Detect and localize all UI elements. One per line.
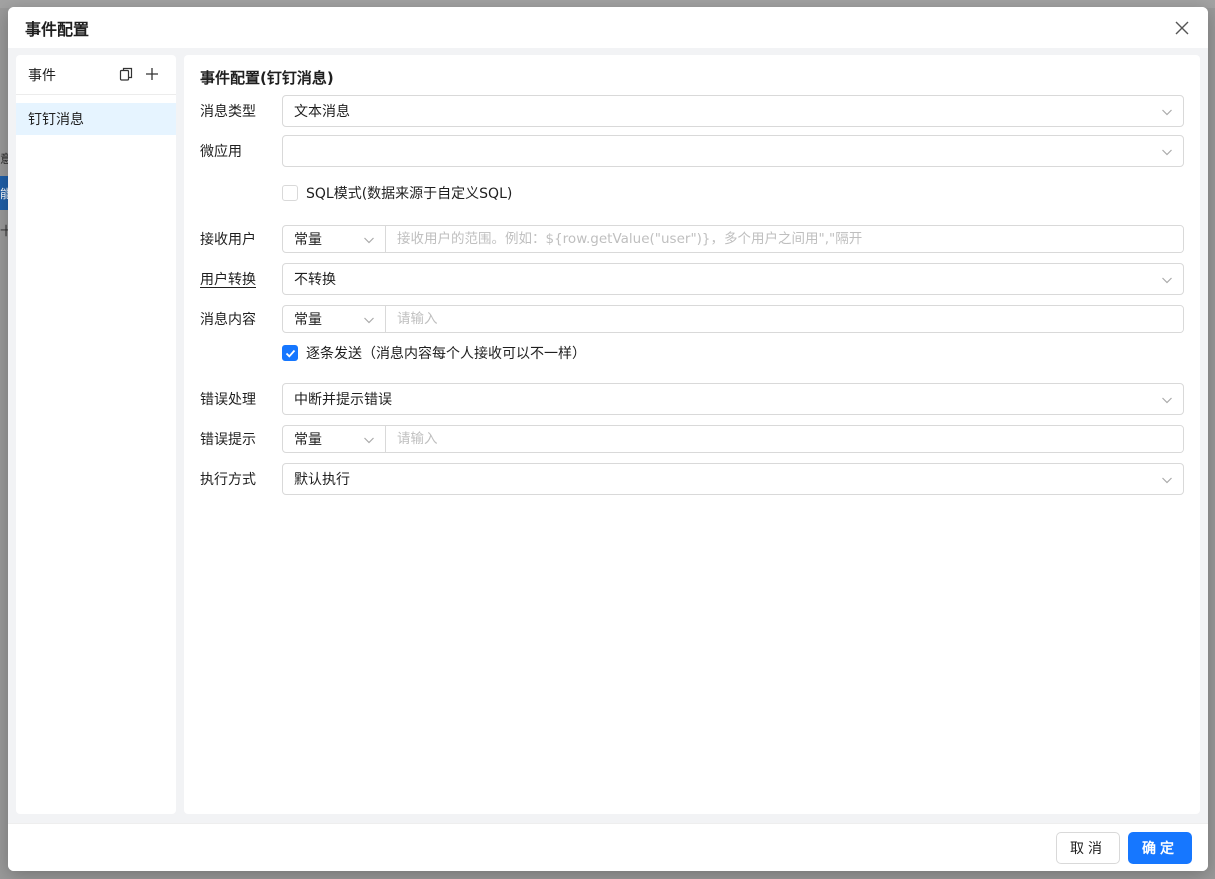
- event-list-item[interactable]: 钉钉消息: [16, 103, 176, 135]
- error-hint-type-value: 常量: [294, 432, 322, 448]
- dialog-title: 事件配置: [25, 19, 90, 39]
- exec-mode-label: 执行方式: [200, 472, 256, 488]
- micro-app-row: 微应用: [200, 135, 1184, 167]
- msg-content-row: 消息内容 常量: [200, 303, 1184, 335]
- chevron-down-icon: [364, 237, 374, 244]
- send-one-by-one-checkbox[interactable]: [282, 345, 298, 361]
- error-handle-value: 中断并提示错误: [294, 392, 392, 408]
- chevron-down-icon: [364, 437, 374, 444]
- send-one-by-one-label: 逐条发送（消息内容每个人接收可以不一样）: [306, 346, 586, 362]
- exec-mode-row: 执行方式 默认执行: [200, 463, 1184, 495]
- user-convert-value: 不转换: [294, 272, 336, 288]
- msg-type-select[interactable]: 文本消息: [282, 95, 1184, 127]
- dialog-header: 事件配置: [8, 7, 1208, 48]
- chevron-down-icon: [364, 317, 374, 324]
- msg-content-type-select[interactable]: 常量: [283, 306, 386, 332]
- msg-type-label: 消息类型: [200, 104, 256, 120]
- micro-app-select[interactable]: [282, 135, 1184, 167]
- recv-user-row: 接收用户 常量: [200, 223, 1184, 255]
- close-icon: [1175, 21, 1189, 35]
- copy-button[interactable]: [118, 66, 134, 82]
- form-section-title: 事件配置(钉钉消息): [200, 69, 334, 87]
- micro-app-label: 微应用: [200, 144, 242, 160]
- msg-type-row: 消息类型 文本消息: [200, 95, 1184, 127]
- error-hint-label: 错误提示: [200, 432, 256, 448]
- recv-user-type-select[interactable]: 常量: [283, 226, 386, 252]
- user-convert-label[interactable]: 用户转换: [200, 269, 282, 289]
- sql-mode-checkbox[interactable]: [282, 185, 298, 201]
- error-handle-label: 错误处理: [200, 392, 256, 408]
- chevron-down-icon: [1162, 397, 1172, 404]
- recv-user-type-value: 常量: [294, 232, 322, 248]
- chevron-down-icon: [1162, 477, 1172, 484]
- add-event-button[interactable]: [144, 66, 160, 82]
- copy-icon: [119, 67, 133, 81]
- error-hint-type-select[interactable]: 常量: [283, 426, 386, 452]
- error-hint-compound: 常量: [282, 425, 1184, 453]
- user-convert-row: 用户转换 不转换: [200, 263, 1184, 295]
- confirm-button[interactable]: 确定: [1128, 832, 1192, 864]
- chevron-down-icon: [1162, 109, 1172, 116]
- msg-content-compound: 常量: [282, 305, 1184, 333]
- recv-user-compound: 常量: [282, 225, 1184, 253]
- event-list-title: 事件: [28, 67, 56, 84]
- plus-icon: [146, 68, 158, 80]
- exec-mode-value: 默认执行: [294, 472, 350, 488]
- error-hint-row: 错误提示 常量: [200, 423, 1184, 455]
- event-list-header: 事件: [16, 55, 176, 95]
- exec-mode-select[interactable]: 默认执行: [282, 463, 1184, 495]
- msg-content-label: 消息内容: [200, 312, 256, 328]
- chevron-down-icon: [1162, 149, 1172, 156]
- error-handle-select[interactable]: 中断并提示错误: [282, 383, 1184, 415]
- chevron-down-icon: [1162, 277, 1172, 284]
- event-list-panel: 事件 钉钉消息: [16, 55, 176, 814]
- close-button[interactable]: [1172, 18, 1192, 38]
- error-handle-row: 错误处理 中断并提示错误: [200, 383, 1184, 415]
- error-hint-input[interactable]: [386, 426, 1183, 452]
- send-one-by-one-row: 逐条发送（消息内容每个人接收可以不一样）: [282, 343, 586, 363]
- recv-user-label: 接收用户: [200, 232, 256, 248]
- cancel-button[interactable]: 取消: [1056, 832, 1120, 864]
- msg-content-input[interactable]: [386, 306, 1183, 332]
- check-icon: [285, 349, 295, 358]
- recv-user-input[interactable]: [386, 226, 1183, 252]
- msg-content-type-value: 常量: [294, 312, 322, 328]
- event-list-item-label: 钉钉消息: [28, 112, 84, 128]
- user-convert-select[interactable]: 不转换: [282, 263, 1184, 295]
- sql-mode-label: SQL模式(数据来源于自定义SQL): [306, 186, 513, 202]
- msg-type-value: 文本消息: [294, 104, 350, 120]
- sql-mode-row: SQL模式(数据来源于自定义SQL): [282, 183, 512, 203]
- event-form-panel: 事件配置(钉钉消息) 消息类型 文本消息 微应用 SQL模式(数据来源于自定义S…: [184, 55, 1200, 814]
- dialog-footer: 取消 确定: [8, 823, 1208, 871]
- event-config-dialog: 事件配置 事件 钉钉消息 事件配置(钉钉消息) 消息类型 文本消息 微应用 SQ…: [8, 7, 1208, 871]
